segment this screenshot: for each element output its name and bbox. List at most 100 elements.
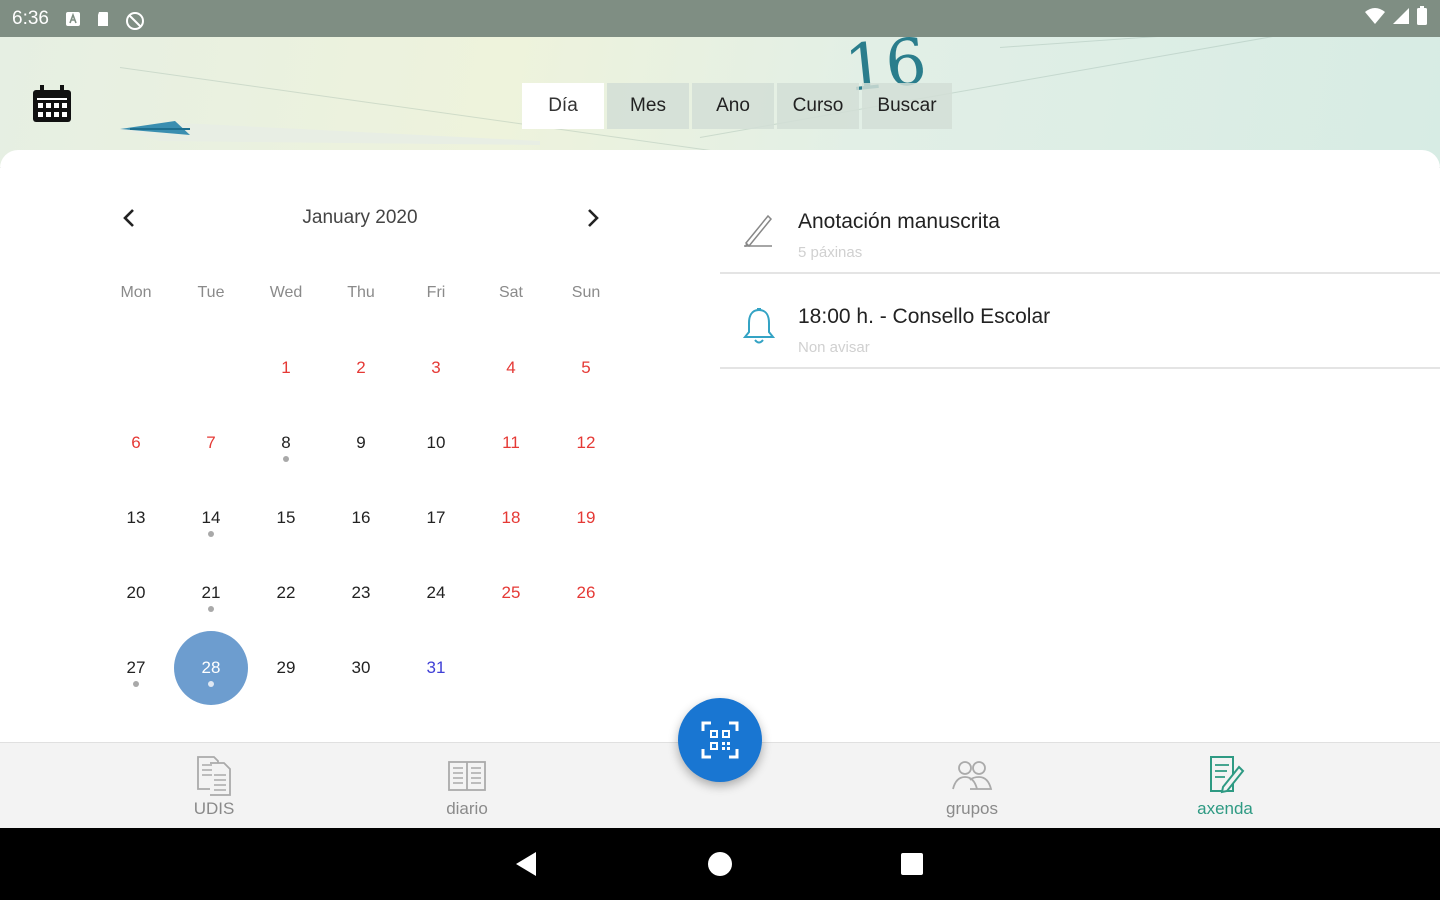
calendar-icon[interactable]: [30, 84, 76, 124]
event-title: 18:00 h. - Consello Escolar: [798, 305, 1051, 328]
day-number: 23: [351, 583, 371, 602]
battery-icon: [1416, 6, 1428, 31]
event-indicator-dot: [283, 456, 289, 462]
calendar-day[interactable]: 18: [473, 480, 549, 556]
agenda-edit-icon: [1210, 756, 1245, 794]
calendar-day[interactable]: 27: [98, 630, 174, 706]
back-triangle-icon: [516, 852, 536, 876]
group-icon: [952, 761, 993, 790]
status-right-group: [1364, 6, 1428, 31]
day-number: 5: [581, 358, 591, 377]
day-number: 15: [276, 508, 296, 527]
tab-dia[interactable]: Día: [522, 83, 604, 129]
status-time: 6:36: [12, 7, 49, 29]
tab-curso[interactable]: Curso: [777, 83, 859, 129]
sd-card-icon: [95, 11, 111, 27]
documents-icon: [197, 756, 231, 796]
calendar-day[interactable]: 30: [323, 630, 399, 706]
pencil-icon: [744, 214, 773, 248]
nav-grupos[interactable]: grupos: [912, 753, 1032, 825]
day-number: 19: [576, 508, 596, 527]
nav-udis[interactable]: UDIS: [154, 753, 274, 825]
nav-label: grupos: [946, 799, 998, 818]
day-number: 22: [276, 583, 296, 602]
nav-label: axenda: [1197, 799, 1253, 818]
event-indicator-dot: [208, 681, 214, 687]
view-tabs: Día Mes Ano Curso Buscar: [522, 83, 955, 129]
day-number: 6: [131, 433, 141, 452]
calendar-day[interactable]: 20: [98, 555, 174, 631]
day-number: 29: [276, 658, 296, 677]
event-indicator-dot: [208, 531, 214, 537]
calendar-day[interactable]: 7: [173, 405, 249, 481]
calendar-day[interactable]: 13: [98, 480, 174, 556]
day-number: 14: [201, 508, 221, 527]
event-title: Anotación manuscrita: [798, 210, 1000, 233]
scan-qr-button[interactable]: [678, 698, 762, 782]
tab-mes[interactable]: Mes: [607, 83, 689, 129]
calendar-day[interactable]: 8: [248, 405, 324, 481]
day-number: 18: [501, 508, 521, 527]
event-item[interactable]: Anotación manuscrita 5 páxinas: [720, 180, 1440, 274]
tab-ano[interactable]: Ano: [692, 83, 774, 129]
bell-icon: [742, 308, 776, 344]
calendar-day[interactable]: 4: [473, 330, 549, 406]
day-number: 10: [426, 433, 446, 452]
event-indicator-dot: [208, 606, 214, 612]
calendar-day[interactable]: 15: [248, 480, 324, 556]
weekday-label: Sun: [571, 284, 601, 301]
calendar-day[interactable]: 10: [398, 405, 474, 481]
calendar-day[interactable]: 9: [323, 405, 399, 481]
day-number: 24: [426, 583, 446, 602]
event-item[interactable]: 18:00 h. - Consello Escolar Non avisar: [720, 275, 1440, 369]
calendar-day[interactable]: 24: [398, 555, 474, 631]
calendar-day[interactable]: 11: [473, 405, 549, 481]
day-number: 31: [426, 658, 446, 677]
system-navigation-bar: [0, 828, 1440, 900]
weekday-label: Mon: [120, 284, 152, 301]
nav-diario[interactable]: diario: [407, 753, 527, 825]
calendar-day[interactable]: 19: [548, 480, 624, 556]
nav-label: diario: [446, 799, 488, 818]
day-number: 27: [126, 658, 146, 677]
day-number: 8: [281, 433, 291, 452]
day-number: 26: [576, 583, 596, 602]
calendar-day[interactable]: 23: [323, 555, 399, 631]
calendar-day[interactable]: 25: [473, 555, 549, 631]
event-subtitle: 5 páxinas: [798, 244, 863, 261]
calendar-day[interactable]: 2: [323, 330, 399, 406]
tab-buscar[interactable]: Buscar: [862, 83, 952, 129]
day-number: 25: [501, 583, 521, 602]
calendar-day[interactable]: 17: [398, 480, 474, 556]
calendar-day[interactable]: 21: [173, 555, 249, 631]
day-number: 7: [206, 433, 216, 452]
next-month-button[interactable]: [578, 203, 608, 233]
weekday-label: Tue: [197, 284, 225, 301]
calendar-day[interactable]: 28: [173, 630, 249, 706]
day-number: 13: [126, 508, 146, 527]
day-number: 9: [356, 433, 366, 452]
calendar-day[interactable]: 6: [98, 405, 174, 481]
weekday-label: Sat: [498, 284, 523, 301]
day-number: 12: [576, 433, 596, 452]
qr-scan-icon: [701, 721, 739, 759]
calendar-day[interactable]: 31: [398, 630, 474, 706]
pen-illustration: [120, 121, 540, 145]
day-number: 16: [351, 508, 371, 527]
home-button[interactable]: [704, 848, 736, 880]
recents-button[interactable]: [896, 848, 928, 880]
calendar-day[interactable]: 12: [548, 405, 624, 481]
back-button[interactable]: [510, 848, 542, 880]
calendar-day[interactable]: 14: [173, 480, 249, 556]
calendar-day[interactable]: 16: [323, 480, 399, 556]
month-label: January 2020: [302, 207, 418, 228]
day-number: 28: [201, 658, 221, 677]
nav-axenda[interactable]: axenda: [1165, 753, 1285, 825]
calendar-day[interactable]: 5: [548, 330, 624, 406]
calendar-day[interactable]: 1: [248, 330, 324, 406]
calendar-day[interactable]: 3: [398, 330, 474, 406]
day-number: 30: [351, 658, 371, 677]
calendar-day[interactable]: 22: [248, 555, 324, 631]
calendar-day[interactable]: 26: [548, 555, 624, 631]
calendar-day[interactable]: 29: [248, 630, 324, 706]
